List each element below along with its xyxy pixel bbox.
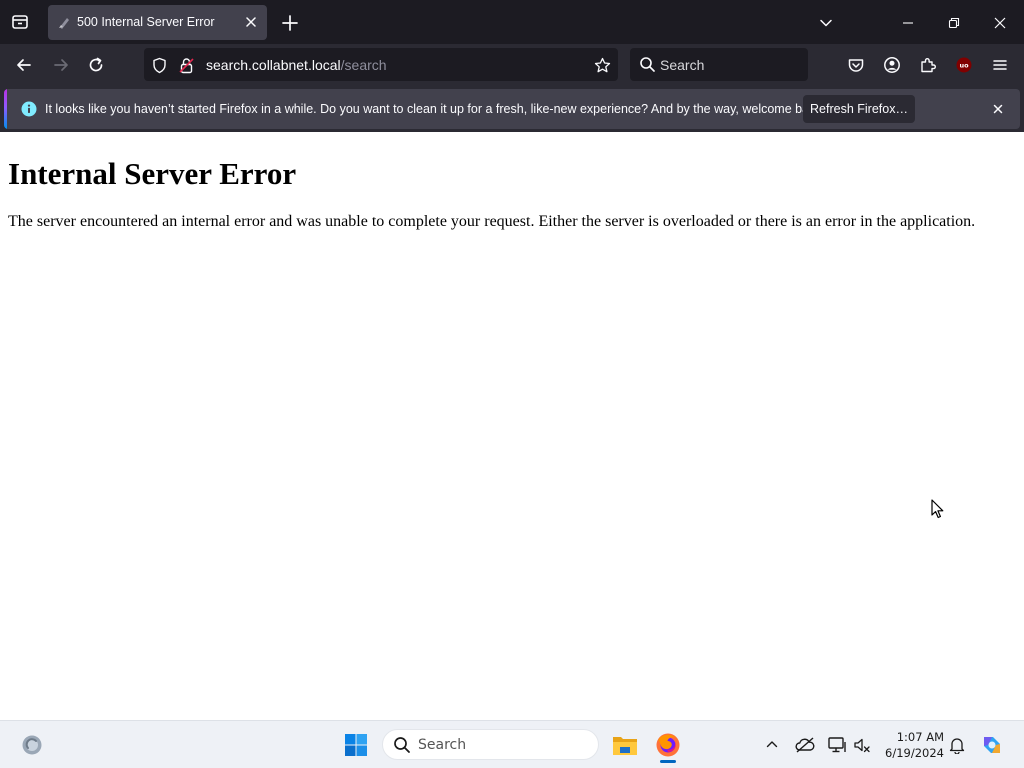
notification-container: It looks like you haven’t started Firefo… bbox=[0, 86, 1024, 132]
copilot-icon[interactable] bbox=[978, 731, 1006, 759]
firefox-active-indicator bbox=[660, 760, 676, 763]
menu-icon[interactable] bbox=[990, 55, 1010, 75]
favicon-icon bbox=[57, 16, 71, 30]
restore-icon[interactable] bbox=[944, 13, 964, 33]
clock-date: 6/19/2024 bbox=[885, 746, 944, 760]
list-all-tabs-icon[interactable] bbox=[816, 13, 836, 33]
back-icon[interactable] bbox=[13, 54, 35, 76]
notification-close-icon[interactable] bbox=[990, 101, 1006, 117]
firefox-view-button[interactable] bbox=[8, 10, 32, 34]
taskbar-search-placeholder: Search bbox=[418, 737, 467, 753]
firefox-icon[interactable] bbox=[654, 731, 682, 759]
navigation-toolbar: search.collabnet.local/search Search uo bbox=[0, 44, 1024, 86]
account-icon[interactable] bbox=[882, 55, 902, 75]
ublock-icon[interactable]: uo bbox=[954, 55, 974, 75]
page-title: Internal Server Error bbox=[8, 156, 297, 191]
tab-title: 500 Internal Server Error bbox=[77, 15, 215, 29]
search-icon bbox=[639, 56, 656, 73]
file-explorer-icon[interactable] bbox=[611, 732, 639, 758]
tab-strip: 500 Internal Server Error bbox=[0, 0, 1024, 44]
url-host: search.collabnet.local bbox=[206, 57, 341, 73]
new-tab-icon[interactable] bbox=[280, 13, 300, 33]
window-close-icon[interactable] bbox=[990, 13, 1010, 33]
volume-icon[interactable] bbox=[851, 734, 873, 756]
clock-time: 1:07 AM bbox=[896, 730, 944, 744]
refresh-firefox-button[interactable]: Refresh Firefox… bbox=[803, 95, 915, 123]
taskbar-search[interactable]: Search bbox=[382, 729, 599, 760]
error-description: The server encountered an internal error… bbox=[8, 213, 976, 230]
shield-icon[interactable] bbox=[151, 57, 168, 74]
url-bar[interactable]: search.collabnet.local/search bbox=[144, 48, 618, 81]
search-bar[interactable]: Search bbox=[630, 48, 808, 81]
notification-accent bbox=[4, 89, 7, 129]
tab-active[interactable]: 500 Internal Server Error bbox=[48, 5, 267, 40]
pocket-icon[interactable] bbox=[846, 55, 866, 75]
bookmark-star-icon[interactable] bbox=[594, 57, 611, 74]
tab-list-icon bbox=[11, 13, 29, 31]
url-path: /search bbox=[340, 57, 387, 73]
onedrive-icon[interactable] bbox=[794, 734, 816, 756]
tab-close-icon[interactable] bbox=[243, 14, 259, 30]
notification-message: It looks like you haven’t started Firefo… bbox=[45, 102, 826, 116]
extensions-icon[interactable] bbox=[918, 55, 938, 75]
svg-text:uo: uo bbox=[959, 62, 969, 70]
mouse-pointer-icon bbox=[931, 499, 945, 519]
network-icon[interactable] bbox=[826, 734, 848, 756]
forward-icon[interactable] bbox=[50, 54, 72, 76]
page-content: Internal Server Error The server encount… bbox=[0, 132, 1024, 720]
search-icon bbox=[393, 736, 411, 754]
notifications-icon[interactable] bbox=[946, 734, 968, 756]
reload-icon[interactable] bbox=[85, 54, 107, 76]
search-placeholder: Search bbox=[660, 57, 705, 73]
minimize-icon[interactable] bbox=[898, 13, 918, 33]
widgets-icon[interactable] bbox=[20, 733, 44, 757]
show-hidden-icons-icon[interactable] bbox=[763, 735, 781, 753]
taskbar: Search 1:07 AM 6/19/2024 bbox=[0, 720, 1024, 768]
refresh-notification: It looks like you haven’t started Firefo… bbox=[4, 89, 1020, 129]
info-icon bbox=[21, 101, 37, 117]
lock-icon[interactable] bbox=[178, 57, 195, 74]
url-text[interactable]: search.collabnet.local/search bbox=[206, 57, 387, 73]
start-icon[interactable] bbox=[343, 732, 369, 758]
system-clock[interactable]: 1:07 AM 6/19/2024 bbox=[878, 729, 944, 761]
